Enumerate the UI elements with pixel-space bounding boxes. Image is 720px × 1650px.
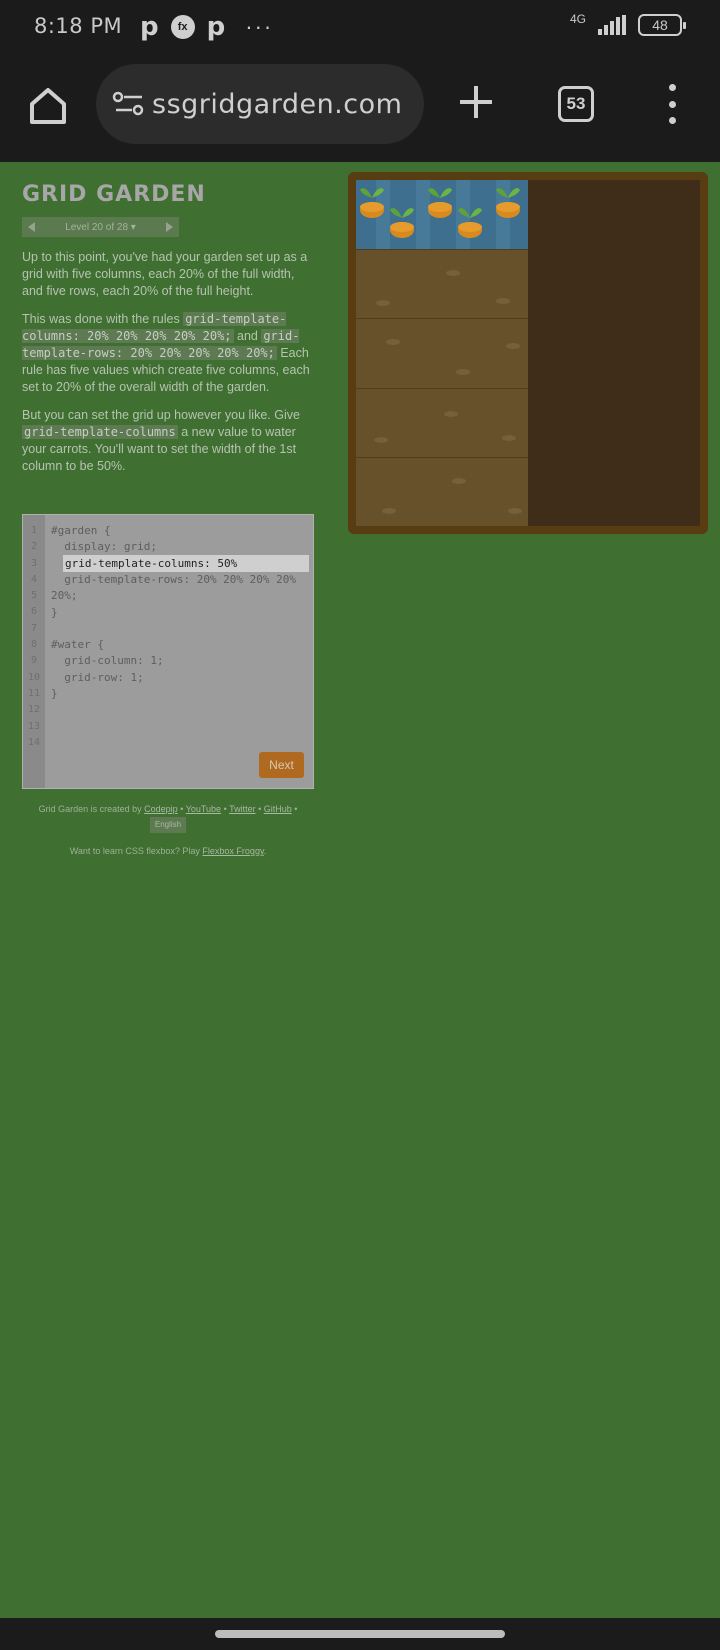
level-selector[interactable]: Level 20 of 28 ▾ (22, 217, 179, 237)
page-title: GRID GARDEN (22, 182, 206, 207)
credits: Grid Garden is created by Codepip • YouT… (22, 802, 314, 833)
status-time: 8:18 PM (34, 14, 123, 38)
soil-row-4 (356, 387, 528, 457)
twitter-link[interactable]: Twitter (229, 804, 256, 814)
css-input[interactable] (63, 555, 309, 572)
github-link[interactable]: GitHub (264, 804, 292, 814)
address-bar[interactable]: ssgridgarden.com (96, 64, 424, 144)
browser-menu-icon[interactable] (662, 84, 682, 124)
signal-icon (598, 15, 626, 35)
pinterest-notification-icon-2: p (206, 12, 226, 42)
instruction-paragraph-3: But you can set the grid up however you … (22, 408, 300, 473)
browser-toolbar: ssgridgarden.com 53 (0, 54, 720, 162)
home-gesture-handle[interactable] (215, 1630, 505, 1638)
url-text[interactable]: ssgridgarden.com (152, 89, 402, 120)
previous-level-icon[interactable] (28, 222, 35, 232)
language-selector[interactable]: English (149, 817, 187, 833)
app-notification-icon: fx (170, 15, 195, 39)
instructions-panel: GRID GARDEN Level 20 of 28 ▾ Up to this … (22, 182, 314, 486)
new-tab-icon[interactable] (458, 84, 494, 120)
garden (356, 180, 700, 526)
page-content: GRID GARDEN Level 20 of 28 ▾ Up to this … (0, 162, 720, 1618)
carrot-icon (496, 188, 520, 218)
tab-switcher-button[interactable]: 53 (558, 86, 594, 122)
code-editor: 1 2 3 4 5 6 7 8 9 10 11 12 13 14 #garden… (22, 514, 314, 789)
network-type: 4G (569, 12, 586, 26)
codepip-link[interactable]: Codepip (144, 804, 178, 814)
code-snippet: grid-template-columns (22, 425, 178, 439)
next-level-icon[interactable] (166, 222, 173, 232)
pinterest-notification-icon: p (140, 12, 159, 42)
youtube-link[interactable]: YouTube (186, 804, 221, 814)
site-settings-icon[interactable] (112, 89, 146, 119)
instruction-paragraph-1: Up to this point, you've had your garden… (22, 250, 308, 298)
instruction-paragraph-2: This was done with the rules grid-templa… (22, 312, 310, 394)
line-numbers: 1 2 3 4 5 6 7 8 9 10 11 12 13 14 (23, 515, 45, 788)
garden-frame (348, 172, 708, 534)
instructions-text: Up to this point, you've had your garden… (22, 249, 314, 475)
battery-icon: 48 (638, 14, 686, 36)
home-icon[interactable] (26, 84, 70, 128)
more-notifications-icon: ··· (245, 14, 274, 39)
notification-icons: p fx p ··· (140, 12, 273, 42)
carrot-icon (390, 208, 414, 238)
next-button[interactable]: Next (259, 752, 304, 778)
code-before: #garden { display: grid; (51, 524, 157, 554)
soil-row-2 (356, 249, 528, 319)
soil-row-3 (356, 318, 528, 388)
carrot-icon (360, 188, 384, 218)
navigation-bar (0, 1618, 720, 1650)
level-label[interactable]: Level 20 of 28 ▾ (65, 222, 136, 233)
froggy-promo: Want to learn CSS flexbox? Play Flexbox … (69, 846, 267, 856)
carrot-icon (458, 208, 482, 238)
code-after: grid-template-rows: 20% 20% 20% 20% 20%;… (51, 573, 297, 701)
status-bar: 8:18 PM p fx p ··· 4G 48 (0, 0, 720, 54)
flexbox-froggy-link[interactable]: Flexbox Froggy (202, 846, 263, 856)
soil-row-5 (356, 456, 528, 526)
carrot-icon (428, 188, 452, 218)
status-right: 4G 48 (569, 12, 686, 36)
